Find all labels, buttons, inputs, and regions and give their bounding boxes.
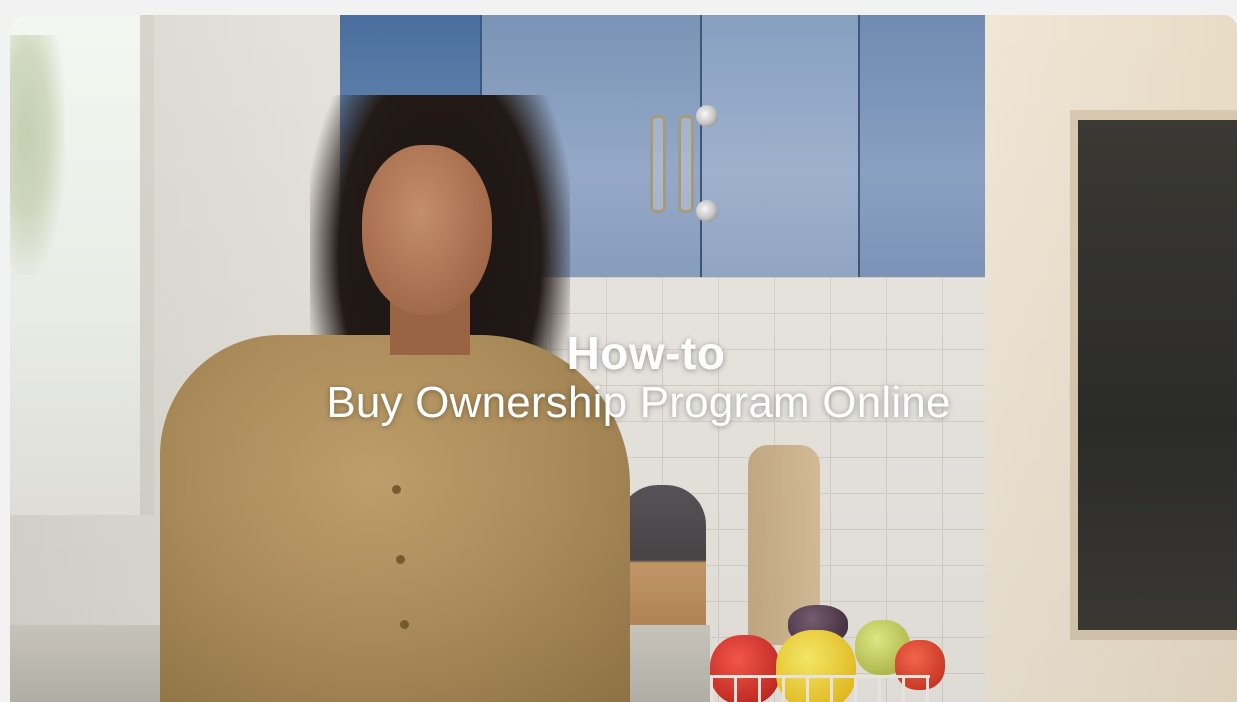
title-heading: How-to — [566, 327, 726, 379]
title-subheading: Buy Ownership Program Online — [326, 378, 951, 427]
video-title-overlay: How-to Buy Ownership Program Online — [10, 327, 1237, 427]
video-thumbnail[interactable]: How-to Buy Ownership Program Online — [10, 15, 1237, 702]
